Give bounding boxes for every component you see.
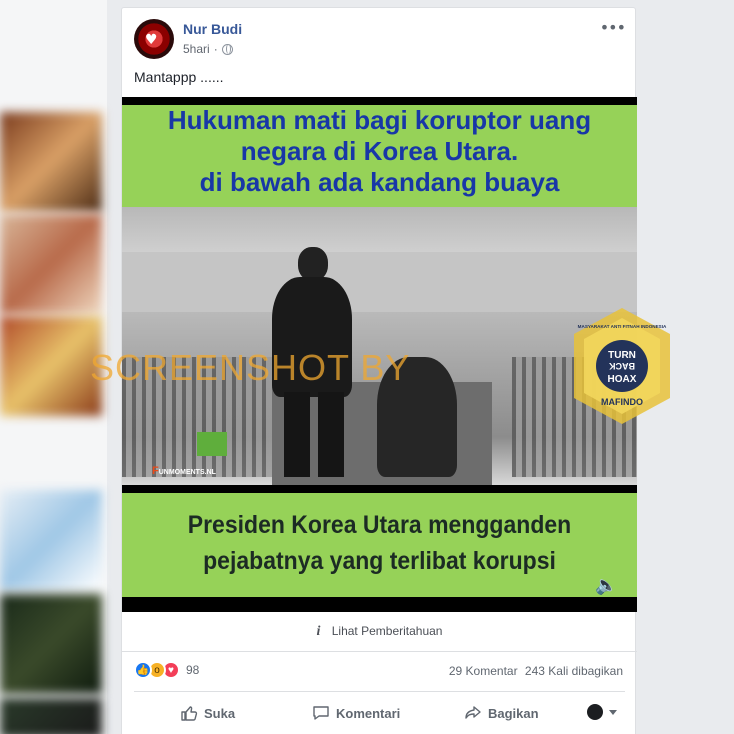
notice-label[interactable]: Lihat Pemberitahuan bbox=[332, 624, 443, 638]
info-icon: i bbox=[316, 624, 321, 639]
post-meta: 5hari · bbox=[183, 42, 233, 56]
share-icon bbox=[465, 706, 481, 719]
more-options-icon[interactable]: ••• bbox=[600, 18, 626, 37]
blurred-thumbnail bbox=[0, 594, 102, 694]
blurred-thumbnail bbox=[0, 490, 102, 590]
comment-button[interactable]: Komentari bbox=[312, 704, 400, 722]
reaction-count[interactable]: 98 bbox=[186, 663, 199, 677]
share-button[interactable]: Bagikan bbox=[464, 704, 539, 722]
comment-icon bbox=[313, 706, 329, 720]
video-scene: FUNMOMENTS.NL bbox=[122, 207, 637, 485]
globe-icon[interactable] bbox=[221, 43, 233, 55]
like-button[interactable]: Suka bbox=[180, 704, 235, 722]
channel-logo-letter: F bbox=[152, 465, 159, 477]
channel-logo-name: UNMOMENTS.NL bbox=[158, 469, 216, 476]
post-time[interactable]: 5hari bbox=[183, 42, 210, 56]
badge-center-line: BACK bbox=[609, 361, 635, 371]
speaker-icon[interactable]: 🔈 bbox=[595, 575, 617, 596]
author-avatar[interactable]: ♥ bbox=[134, 19, 174, 59]
badge-center-line: TURN bbox=[608, 350, 636, 361]
top-caption-line: di bawah ada kandang buaya bbox=[199, 167, 560, 197]
scene-road bbox=[122, 252, 637, 312]
comment-label: Komentari bbox=[336, 705, 401, 721]
scene-green-square bbox=[197, 432, 227, 456]
thumbs-up-icon bbox=[181, 706, 198, 721]
profile-dot-icon bbox=[587, 704, 603, 720]
share-label: Bagikan bbox=[488, 705, 539, 721]
engagement-stats: 29 Komentar 243 Kali dibagikan bbox=[445, 664, 623, 678]
mafindo-badge: TURN BACK HOAX MAFINDO MASYARAKAT ANTI F… bbox=[574, 308, 670, 424]
top-caption-text: Hukuman mati bagi koruptor uang negara d… bbox=[122, 105, 637, 198]
notice-bar[interactable]: i Lihat Pemberitahuan bbox=[122, 612, 637, 652]
caret-down-icon bbox=[609, 709, 617, 715]
audience-selector[interactable] bbox=[587, 704, 617, 720]
blurred-thumbnail bbox=[0, 112, 102, 212]
watermark-text: SCREENSHOT BY bbox=[90, 347, 411, 388]
action-bar: Suka Komentari Bagikan bbox=[134, 691, 625, 731]
bottom-caption-line: Presiden Korea Utara mengganden bbox=[187, 511, 572, 539]
heart-icon: ♥ bbox=[145, 32, 158, 48]
author-name[interactable]: Nur Budi bbox=[183, 21, 242, 37]
top-caption-line: Hukuman mati bagi koruptor uang bbox=[167, 105, 592, 135]
bottom-caption-text: Presiden Korea Utara mengganden pejabatn… bbox=[143, 507, 617, 579]
top-caption-line: negara di Korea Utara. bbox=[240, 136, 519, 166]
share-count[interactable]: 243 Kali dibagikan bbox=[525, 664, 623, 678]
bottom-caption-line: pejabatnya yang terlibat korupsi bbox=[203, 547, 556, 575]
channel-logo: FUNMOMENTS.NL bbox=[152, 465, 216, 477]
badge-bottom-text: MAFINDO bbox=[601, 397, 643, 407]
blurred-thumbnail bbox=[0, 316, 102, 416]
blurred-thumbnail bbox=[0, 214, 102, 314]
meta-separator: · bbox=[213, 42, 218, 56]
badge-center-line: HOAX bbox=[608, 374, 637, 385]
like-reaction-icon: 👍 bbox=[134, 661, 152, 679]
post-caption: Mantappp ...... bbox=[134, 69, 224, 85]
comment-count[interactable]: 29 Komentar bbox=[449, 664, 518, 678]
badge-ring-text: MASYARAKAT ANTI FITNAH INDONESIA bbox=[578, 324, 667, 329]
blurred-thumbnail bbox=[0, 698, 102, 734]
like-label: Suka bbox=[204, 705, 236, 721]
reactions-summary[interactable]: 👍 o ♥ 98 bbox=[134, 661, 199, 679]
